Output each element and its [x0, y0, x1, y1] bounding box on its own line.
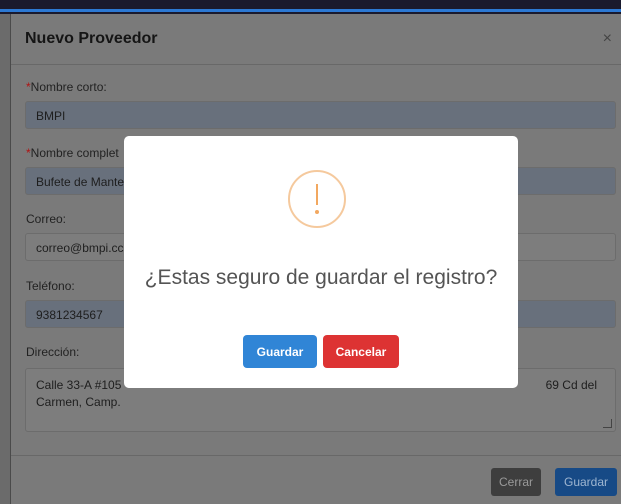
direccion-text-start: Calle 33-A #105	[36, 378, 122, 392]
confirm-cancel-button[interactable]: Cancelar	[323, 335, 399, 368]
resize-handle-icon[interactable]	[603, 419, 612, 428]
nombre-completo-label: *Nombre complet	[26, 146, 119, 160]
direccion-label: Dirección:	[26, 345, 80, 359]
correo-label: Correo:	[26, 212, 67, 226]
cerrar-button[interactable]: Cerrar	[491, 468, 541, 496]
page-top-strip	[0, 0, 621, 14]
guardar-footer-button[interactable]: Guardar	[555, 468, 617, 496]
exclamation-line	[316, 184, 318, 205]
confirm-dialog: ¿Estas seguro de guardar el registro? Gu…	[124, 136, 518, 388]
warning-icon	[288, 170, 346, 228]
modal-header: Nuevo Proveedor ×	[11, 14, 621, 65]
nombre-corto-label: *Nombre corto:	[26, 80, 107, 94]
modal-title: Nuevo Proveedor	[25, 30, 158, 47]
confirm-save-button[interactable]: Guardar	[243, 335, 317, 368]
top-accent-bar	[0, 9, 621, 12]
modal-footer-divider	[11, 455, 621, 456]
telefono-label: Teléfono:	[26, 279, 75, 293]
direccion-text-line2: Carmen, Camp.	[36, 395, 121, 409]
exclamation-dot	[315, 210, 319, 214]
nombre-corto-input[interactable]: BMPI	[25, 101, 616, 129]
confirm-message: ¿Estas seguro de guardar el registro?	[144, 266, 498, 289]
close-icon[interactable]: ×	[603, 30, 612, 48]
direccion-text-end: 69 Cd del	[545, 378, 597, 392]
